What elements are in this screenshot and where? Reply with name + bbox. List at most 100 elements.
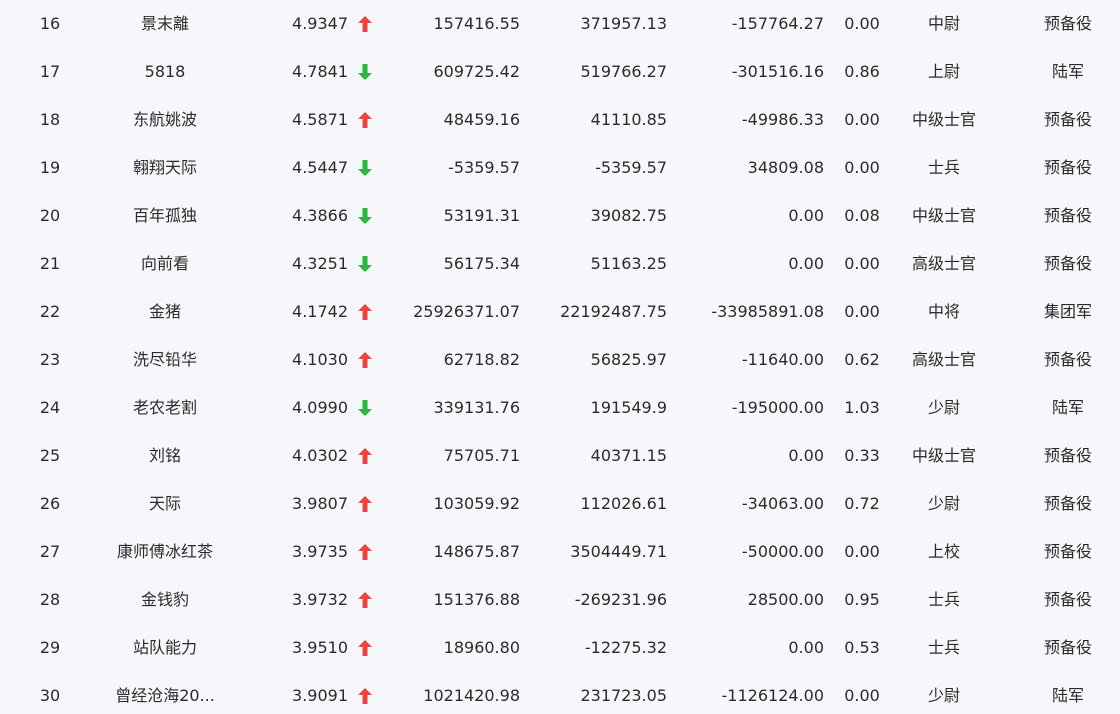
user-name: 翱翔天际: [132, 158, 197, 177]
table-row[interactable]: 22 金猪 4.1742 25926371.07 22192487.75 -3398589…: [0, 288, 1120, 336]
score-cell: 3.9510: [292, 638, 348, 657]
value-2-cell: 3504449.71: [570, 542, 667, 561]
unit-cell: 陆军: [1051, 62, 1084, 81]
table-row[interactable]: 25 刘铭 4.0302 75705.71 40371.15 0.00 0.33 中级士官 预备…: [0, 432, 1120, 480]
ratio-cell: 0.00: [844, 542, 880, 561]
ranking-table: 16 景末離 4.9347 157416.55 371957.13 -157764.27 0…: [0, 0, 1120, 714]
value-3-cell: 34809.08: [747, 158, 824, 177]
value-1-cell: 1021420.98: [423, 686, 520, 705]
user-name: 老农老割: [132, 398, 197, 417]
rank-title-cell: 上校: [927, 542, 960, 561]
unit-cell: 预备役: [1043, 638, 1092, 657]
score-cell: 4.0302: [292, 446, 348, 465]
value-1-cell: 157416.55: [433, 14, 520, 33]
user-name: 景末離: [140, 14, 189, 33]
value-1-cell: 75705.71: [443, 446, 520, 465]
unit-cell: 预备役: [1043, 542, 1092, 561]
value-2-cell: 112026.61: [580, 494, 667, 513]
user-name: 天际: [148, 494, 181, 513]
table-row[interactable]: 30 曾经沧海20... 3.9091 1021420.98 231723.05 -112…: [0, 672, 1120, 714]
arrow-down-icon: [358, 48, 374, 96]
value-3-cell: -11640.00: [741, 350, 824, 369]
value-1-cell: 62718.82: [443, 350, 520, 369]
rank-title-cell: 士兵: [927, 638, 960, 657]
arrow-up-icon: [358, 0, 374, 48]
value-2-cell: 231723.05: [580, 686, 667, 705]
rank-cell: 21: [39, 254, 61, 273]
value-2-cell: 39082.75: [590, 206, 667, 225]
table-row[interactable]: 16 景末離 4.9347 157416.55 371957.13 -157764.27 0…: [0, 0, 1120, 48]
value-1-cell: 609725.42: [433, 62, 520, 81]
arrow-down-icon: [358, 192, 374, 240]
unit-cell: 预备役: [1043, 206, 1092, 225]
unit-cell: 陆军: [1051, 398, 1084, 417]
value-3-cell: -195000.00: [731, 398, 824, 417]
ratio-cell: 0.00: [844, 158, 880, 177]
value-2-cell: 41110.85: [590, 110, 667, 129]
table-row[interactable]: 19 翱翔天际 4.5447 -5359.57 -5359.57 34809.08 0.00…: [0, 144, 1120, 192]
rank-title-cell: 中级士官: [911, 110, 976, 129]
score-cell: 3.9732: [292, 590, 348, 609]
unit-cell: 预备役: [1043, 14, 1092, 33]
table-row[interactable]: 27 康师傅冰红茶 3.9735 148675.87 3504449.71 -50000.…: [0, 528, 1120, 576]
table-row[interactable]: 21 向前看 4.3251 56175.34 51163.25 0.00 0.00 高级士官 预…: [0, 240, 1120, 288]
value-3-cell: 0.00: [788, 254, 824, 273]
value-3-cell: -301516.16: [731, 62, 824, 81]
rank-cell: 20: [39, 206, 61, 225]
score-cell: 4.1742: [292, 302, 348, 321]
value-2-cell: 519766.27: [580, 62, 667, 81]
arrow-up-icon: [358, 336, 374, 384]
score-cell: 3.9091: [292, 686, 348, 705]
score-cell: 4.7841: [292, 62, 348, 81]
value-3-cell: -49986.33: [741, 110, 824, 129]
ratio-cell: 0.00: [844, 110, 880, 129]
table-row[interactable]: 29 站队能力 3.9510 18960.80 -12275.32 0.00 0.53 士兵 预…: [0, 624, 1120, 672]
table-row[interactable]: 17 5818 4.7841 609725.42 519766.27 -301516.16…: [0, 48, 1120, 96]
value-2-cell: -12275.32: [584, 638, 667, 657]
unit-cell: 陆军: [1051, 686, 1084, 705]
score-cell: 4.9347: [292, 14, 348, 33]
unit-cell: 预备役: [1043, 110, 1092, 129]
user-name: 洗尽铅华: [132, 350, 197, 369]
rank-title-cell: 中将: [927, 302, 960, 321]
score-cell: 4.5447: [292, 158, 348, 177]
rank-title-cell: 少尉: [927, 686, 960, 705]
table-row[interactable]: 18 东航姚波 4.5871 48459.16 41110.85 -49986.33 0.0…: [0, 96, 1120, 144]
table-row[interactable]: 26 天际 3.9807 103059.92 112026.61 -34063.00 0.7…: [0, 480, 1120, 528]
arrow-down-icon: [358, 240, 374, 288]
value-1-cell: 148675.87: [433, 542, 520, 561]
rank-cell: 30: [39, 686, 61, 705]
ratio-cell: 1.03: [844, 398, 880, 417]
value-1-cell: 103059.92: [433, 494, 520, 513]
arrow-down-icon: [358, 384, 374, 432]
unit-cell: 预备役: [1043, 350, 1092, 369]
rank-cell: 27: [39, 542, 61, 561]
table-row[interactable]: 20 百年孤独 4.3866 53191.31 39082.75 0.00 0.08 中级士官…: [0, 192, 1120, 240]
arrow-up-icon: [358, 432, 374, 480]
rank-title-cell: 中尉: [927, 14, 960, 33]
rank-cell: 19: [39, 158, 61, 177]
ratio-cell: 0.08: [844, 206, 880, 225]
score-cell: 4.3866: [292, 206, 348, 225]
table-row[interactable]: 23 洗尽铅华 4.1030 62718.82 56825.97 -11640.00 0.6…: [0, 336, 1120, 384]
score-cell: 3.9735: [292, 542, 348, 561]
rank-title-cell: 士兵: [927, 590, 960, 609]
rank-cell: 26: [39, 494, 61, 513]
value-3-cell: -50000.00: [741, 542, 824, 561]
score-cell: 4.0990: [292, 398, 348, 417]
user-name: 金钱豹: [140, 590, 189, 609]
ratio-cell: 0.33: [844, 446, 880, 465]
ratio-cell: 0.00: [844, 254, 880, 273]
value-3-cell: 0.00: [788, 446, 824, 465]
value-1-cell: 151376.88: [433, 590, 520, 609]
rank-title-cell: 上尉: [927, 62, 960, 81]
rank-cell: 16: [39, 14, 61, 33]
value-3-cell: -157764.27: [731, 14, 824, 33]
arrow-up-icon: [358, 96, 374, 144]
rank-cell: 25: [39, 446, 61, 465]
table-row[interactable]: 24 老农老割 4.0990 339131.76 191549.9 -195000.00 1…: [0, 384, 1120, 432]
rank-title-cell: 高级士官: [911, 350, 976, 369]
unit-cell: 预备役: [1043, 446, 1092, 465]
table-row[interactable]: 28 金钱豹 3.9732 151376.88 -269231.96 28500.00 0.…: [0, 576, 1120, 624]
rank-title-cell: 高级士官: [911, 254, 976, 273]
